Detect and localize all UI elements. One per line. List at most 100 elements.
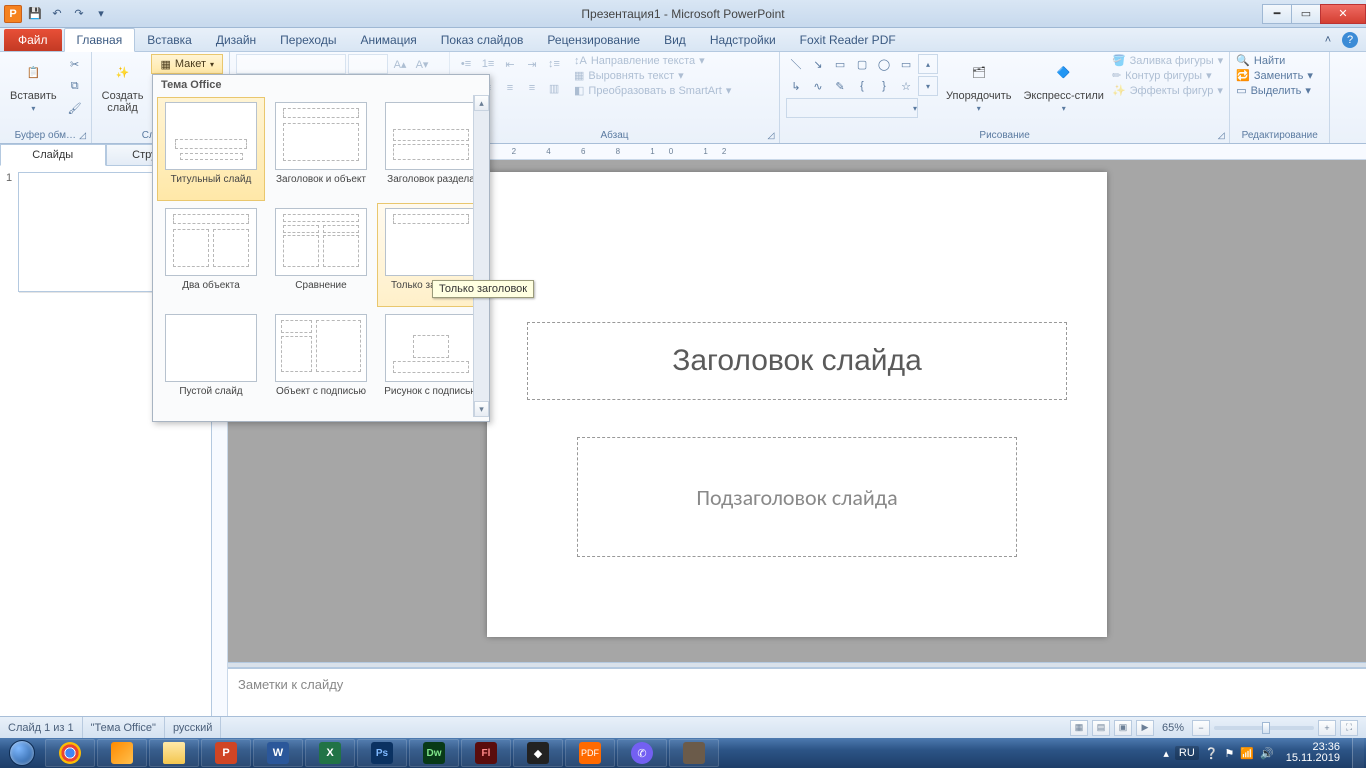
taskbar-viber[interactable]: ✆ bbox=[617, 739, 667, 767]
shape-arrow-icon[interactable]: ↘ bbox=[808, 54, 828, 74]
shapes-more-icon[interactable]: ▾ bbox=[786, 98, 918, 118]
view-sorter-icon[interactable]: ▤ bbox=[1092, 720, 1110, 736]
shape-rect-icon[interactable]: ▭ bbox=[830, 54, 850, 74]
indent-dec-icon[interactable]: ⇤ bbox=[500, 54, 520, 74]
taskbar-mediaplayer[interactable] bbox=[97, 739, 147, 767]
ribbon-minimize-icon[interactable]: ˄ bbox=[1320, 32, 1336, 48]
find-button[interactable]: 🔍Найти bbox=[1236, 54, 1285, 67]
shape-freeform-icon[interactable]: ✎ bbox=[830, 76, 850, 96]
clipboard-dialog-icon[interactable]: ◿ bbox=[77, 129, 89, 141]
scroll-down-icon[interactable]: ▾ bbox=[474, 401, 489, 417]
taskbar-excel[interactable]: X bbox=[305, 739, 355, 767]
title-placeholder[interactable]: Заголовок слайда bbox=[527, 322, 1067, 400]
justify-icon[interactable]: ≡ bbox=[522, 78, 542, 98]
shape-effects-button[interactable]: ✨Эффекты фигур ▾ bbox=[1112, 84, 1223, 97]
shape-outline-button[interactable]: ✏Контур фигуры ▾ bbox=[1112, 69, 1223, 82]
view-normal-icon[interactable]: ▦ bbox=[1070, 720, 1088, 736]
shape-star-icon[interactable]: ☆ bbox=[896, 76, 916, 96]
shape-brace2-icon[interactable]: } bbox=[874, 76, 894, 96]
shape-fill-button[interactable]: 🪣Заливка фигуры ▾ bbox=[1112, 54, 1223, 67]
view-slideshow-icon[interactable]: ▶ bbox=[1136, 720, 1154, 736]
indent-inc-icon[interactable]: ⇥ bbox=[522, 54, 542, 74]
font-size-combo[interactable] bbox=[348, 54, 388, 74]
font-grow-icon[interactable]: A▴ bbox=[390, 54, 410, 74]
taskbar-chrome[interactable] bbox=[45, 739, 95, 767]
taskbar-inkscape[interactable]: ◆ bbox=[513, 739, 563, 767]
layout-button[interactable]: ▦ Макет ▾ bbox=[151, 54, 223, 74]
tray-show-hidden-icon[interactable]: ▴ bbox=[1163, 747, 1169, 760]
format-painter-icon[interactable]: 🖌 bbox=[65, 98, 85, 118]
shape-rect2-icon[interactable]: ▭ bbox=[896, 54, 916, 74]
cut-icon[interactable]: ✂ bbox=[65, 54, 85, 74]
copy-icon[interactable]: ⧉ bbox=[65, 76, 85, 96]
taskbar-gimp[interactable] bbox=[669, 739, 719, 767]
shape-line-icon[interactable]: ＼ bbox=[786, 54, 806, 74]
tab-design[interactable]: Дизайн bbox=[204, 29, 268, 51]
qat-customize-icon[interactable]: ▾ bbox=[92, 5, 110, 23]
shape-curve-icon[interactable]: ∿ bbox=[808, 76, 828, 96]
tab-view[interactable]: Вид bbox=[652, 29, 698, 51]
taskbar-foxit[interactable]: PDF bbox=[565, 739, 615, 767]
shape-ellipse-icon[interactable]: ◯ bbox=[874, 54, 894, 74]
numbering-icon[interactable]: 1≡ bbox=[478, 54, 498, 74]
tab-slideshow[interactable]: Показ слайдов bbox=[429, 29, 536, 51]
tray-clock[interactable]: 23:36 15.11.2019 bbox=[1280, 742, 1346, 764]
view-reading-icon[interactable]: ▣ bbox=[1114, 720, 1132, 736]
arrange-button[interactable]: 🗂 Упорядочить ▾ bbox=[942, 54, 1015, 115]
layout-option[interactable]: Сравнение bbox=[267, 203, 375, 307]
zoom-out-icon[interactable]: − bbox=[1192, 720, 1210, 736]
layout-option[interactable]: Заголовок и объект bbox=[267, 97, 375, 201]
zoom-in-icon[interactable]: + bbox=[1318, 720, 1336, 736]
taskbar-dreamweaver[interactable]: Dw bbox=[409, 739, 459, 767]
show-desktop-button[interactable] bbox=[1352, 738, 1364, 768]
qat-save-icon[interactable]: 💾 bbox=[26, 5, 44, 23]
zoom-slider[interactable] bbox=[1214, 726, 1314, 730]
minimize-button[interactable]: ━ bbox=[1262, 4, 1292, 24]
replace-button[interactable]: 🔁Заменить ▾ bbox=[1236, 69, 1313, 82]
layout-option[interactable]: Два объекта bbox=[157, 203, 265, 307]
tab-file[interactable]: Файл bbox=[4, 29, 62, 51]
tray-help-icon[interactable]: ❔ bbox=[1205, 747, 1219, 760]
panel-tab-slides[interactable]: Слайды bbox=[0, 144, 106, 166]
tab-insert[interactable]: Вставка bbox=[135, 29, 204, 51]
text-direction-button[interactable]: ↕AНаправление текста ▾ bbox=[574, 54, 731, 67]
paste-button[interactable]: 📋 Вставить ▾ bbox=[6, 54, 61, 115]
tab-home[interactable]: Главная bbox=[64, 28, 136, 52]
subtitle-placeholder[interactable]: Подзаголовок слайда bbox=[577, 437, 1017, 557]
shape-connector-icon[interactable]: ↳ bbox=[786, 76, 806, 96]
font-shrink-icon[interactable]: A▾ bbox=[412, 54, 432, 74]
tray-flag-icon[interactable]: ⚑ bbox=[1224, 747, 1234, 760]
taskbar-word[interactable]: W bbox=[253, 739, 303, 767]
help-icon[interactable]: ? bbox=[1342, 32, 1358, 48]
layout-option[interactable]: Заголовок раздела bbox=[377, 97, 485, 201]
scroll-up-icon[interactable]: ▴ bbox=[918, 54, 938, 74]
tab-addins[interactable]: Надстройки bbox=[698, 29, 788, 51]
status-language[interactable]: русский bbox=[165, 717, 221, 738]
gallery-scrollbar[interactable]: ▴ ▾ bbox=[473, 95, 489, 417]
slide-canvas[interactable]: Заголовок слайда Подзаголовок слайда bbox=[487, 172, 1107, 637]
paragraph-dialog-icon[interactable]: ◿ bbox=[765, 129, 777, 141]
drawing-dialog-icon[interactable]: ◿ bbox=[1215, 129, 1227, 141]
tray-network-icon[interactable]: 📶 bbox=[1240, 747, 1254, 760]
maximize-button[interactable]: ▭ bbox=[1291, 4, 1321, 24]
layout-option[interactable]: Рисунок с подписью bbox=[377, 309, 485, 413]
layout-option[interactable]: Титульный слайд bbox=[157, 97, 265, 201]
shape-brace-icon[interactable]: { bbox=[852, 76, 872, 96]
close-button[interactable]: ✕ bbox=[1320, 4, 1366, 24]
line-spacing-icon[interactable]: ↕≡ bbox=[544, 54, 564, 74]
bullets-icon[interactable]: •≡ bbox=[456, 54, 476, 74]
tab-transitions[interactable]: Переходы bbox=[268, 29, 348, 51]
layout-option[interactable]: Объект с подписью bbox=[267, 309, 375, 413]
start-button[interactable] bbox=[0, 738, 44, 768]
tab-animations[interactable]: Анимация bbox=[348, 29, 428, 51]
tab-review[interactable]: Рецензирование bbox=[535, 29, 652, 51]
align-right-icon[interactable]: ≡ bbox=[500, 78, 520, 98]
scroll-up-icon[interactable]: ▴ bbox=[474, 95, 489, 111]
taskbar-flash[interactable]: Fl bbox=[461, 739, 511, 767]
layout-option[interactable]: Пустой слайд bbox=[157, 309, 265, 413]
notes-pane[interactable]: Заметки к слайду bbox=[228, 668, 1366, 716]
tray-volume-icon[interactable]: 🔊 bbox=[1260, 747, 1274, 760]
quick-styles-button[interactable]: 🔷 Экспресс-стили ▾ bbox=[1019, 54, 1107, 115]
select-button[interactable]: ▭Выделить ▾ bbox=[1236, 84, 1311, 97]
align-text-button[interactable]: ▦Выровнять текст ▾ bbox=[574, 69, 731, 82]
